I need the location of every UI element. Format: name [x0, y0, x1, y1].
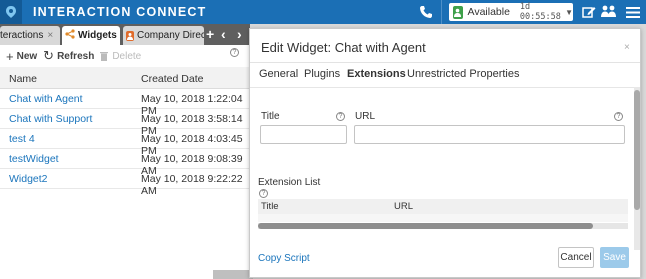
copy-script-link[interactable]: Copy Script	[258, 253, 310, 264]
chevron-down-icon: ▼	[565, 7, 573, 17]
divider	[250, 62, 640, 63]
app-title: INTERACTION CONNECT	[33, 5, 207, 19]
tab-label: teractions	[0, 30, 44, 41]
help-icon[interactable]: ?	[259, 189, 268, 198]
widgets-toolbar: + New ↻ Refresh Delete	[0, 45, 250, 67]
widget-name[interactable]: Chat with Support	[9, 113, 92, 125]
help-icon[interactable]: ?	[614, 112, 623, 121]
tab-extensions[interactable]: Extensions	[347, 68, 406, 80]
delete-button[interactable]: Delete	[100, 51, 141, 62]
tab-label: Company Directo	[137, 30, 204, 41]
header-divider	[441, 0, 442, 24]
scrollbar-thumb[interactable]	[634, 90, 640, 210]
close-icon[interactable]: ×	[624, 42, 630, 53]
delete-label: Delete	[112, 50, 142, 62]
people-icon[interactable]	[600, 4, 616, 20]
tab-interactions[interactable]: teractions ×	[0, 26, 60, 45]
status-icon	[453, 5, 463, 19]
save-button[interactable]: Save	[600, 247, 629, 268]
directory-icon	[126, 30, 134, 41]
trash-icon	[100, 51, 109, 61]
widget-name[interactable]: Chat with Agent	[9, 93, 83, 105]
add-tab-icon[interactable]: +	[206, 26, 214, 42]
tab-general[interactable]: General	[259, 68, 298, 80]
tab-company-directory[interactable]: Company Directo	[123, 26, 204, 45]
column-header-url: URL	[394, 201, 414, 212]
refresh-icon: ↻	[43, 48, 55, 63]
extensions-content: Title ? URL ? Extension List ? Title URL	[250, 87, 634, 250]
column-header-date[interactable]: Created Date	[141, 73, 203, 85]
table-row[interactable]: Widget2 May 10, 2018 9:22:22 AM	[0, 169, 250, 197]
widget-icon	[65, 29, 75, 42]
widget-name[interactable]: Widget2	[9, 173, 48, 185]
column-header-title: Title	[261, 201, 279, 212]
column-header-name[interactable]: Name	[9, 73, 37, 85]
compose-icon[interactable]	[581, 4, 597, 20]
widget-date: May 10, 2018 9:22:22 AM	[141, 173, 243, 197]
widget-name[interactable]: test 4	[9, 133, 35, 145]
scrollbar-thumb[interactable]	[258, 223, 593, 229]
horizontal-scrollbar[interactable]	[258, 223, 628, 229]
grid-header: Name Created Date	[0, 67, 250, 89]
table-row[interactable]: Chat with Support May 10, 2018 3:58:14 P…	[0, 109, 250, 137]
status-label: Available	[467, 6, 510, 18]
app-header: INTERACTION CONNECT Available 1d 00:55:5…	[0, 0, 646, 24]
menu-icon[interactable]	[626, 4, 642, 20]
help-icon[interactable]: ?	[230, 48, 239, 57]
tab-widgets[interactable]: Widgets ×	[62, 26, 120, 45]
background-strip	[213, 270, 253, 279]
chevron-left-icon[interactable]: ‹	[221, 26, 226, 42]
tab-plugins[interactable]: Plugins	[304, 68, 340, 80]
table-row[interactable]: test 4 May 10, 2018 4:03:45 PM	[0, 129, 250, 157]
table-row[interactable]: testWidget May 10, 2018 9:08:39 AM	[0, 149, 250, 177]
tab-bar: teractions × Widgets × Company Directo +…	[0, 24, 250, 45]
tab-unrestricted-properties[interactable]: Unrestricted Properties	[407, 68, 520, 80]
url-label: URL	[355, 111, 376, 122]
phone-icon[interactable]	[418, 4, 434, 20]
widget-name[interactable]: testWidget	[9, 153, 59, 165]
status-selector[interactable]: Available 1d 00:55:58 ▼	[449, 2, 573, 22]
extension-url-input[interactable]	[354, 125, 625, 144]
help-icon[interactable]: ?	[336, 112, 345, 121]
extension-title-input[interactable]	[260, 125, 347, 144]
new-button[interactable]: + New	[6, 49, 37, 64]
extension-list-header: Title URL	[258, 199, 628, 214]
refresh-label: Refresh	[57, 50, 95, 62]
refresh-button[interactable]: ↻ Refresh	[43, 48, 94, 64]
close-icon[interactable]: ×	[47, 30, 53, 41]
edit-widget-dialog: Edit Widget: Chat with Agent × General P…	[249, 28, 641, 278]
status-timer: 1d 00:55:58	[519, 2, 561, 22]
tab-label: Widgets	[78, 30, 117, 41]
extension-list-label: Extension List	[258, 177, 321, 188]
new-label: New	[16, 50, 38, 62]
extension-list-body	[258, 214, 628, 222]
logo-icon[interactable]	[0, 0, 22, 24]
title-label: Title	[261, 111, 280, 122]
chevron-right-icon[interactable]: ›	[237, 26, 242, 42]
table-row[interactable]: Chat with Agent May 10, 2018 1:22:04 PM	[0, 89, 250, 117]
vertical-scrollbar[interactable]	[634, 87, 640, 250]
cancel-button[interactable]: Cancel	[558, 247, 594, 268]
dialog-title: Edit Widget: Chat with Agent	[261, 40, 426, 55]
plus-icon: +	[6, 48, 14, 64]
widgets-panel: teractions × Widgets × Company Directo +…	[0, 24, 250, 279]
